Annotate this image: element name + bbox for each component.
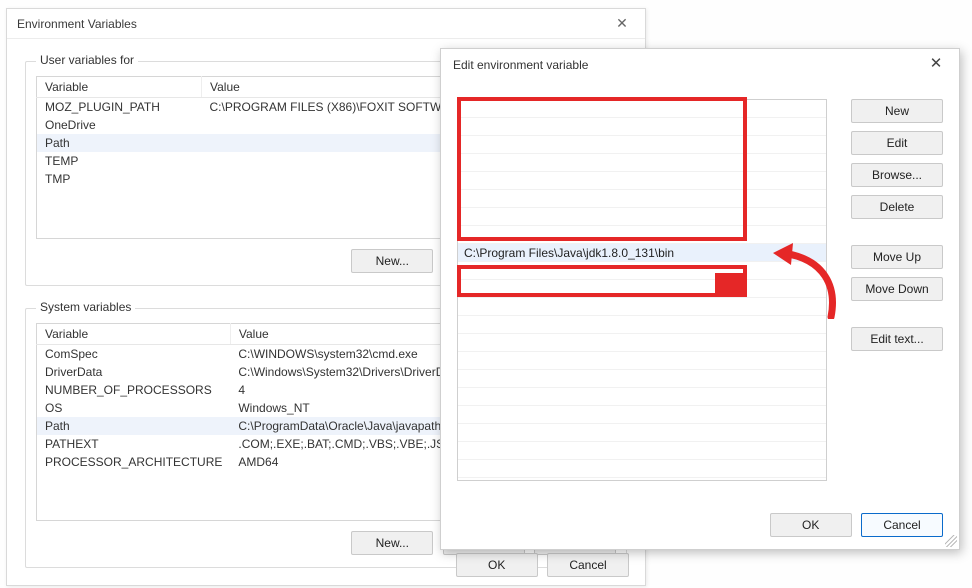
env-title-text: Environment Variables <box>17 17 137 31</box>
cell-variable: PROCESSOR_ARCHITECTURE <box>37 453 231 471</box>
cell-variable: TMP <box>37 170 202 188</box>
cell-variable: Path <box>37 417 231 435</box>
browse-button[interactable]: Browse... <box>851 163 943 187</box>
column-header-variable[interactable]: Variable <box>37 323 231 344</box>
list-item[interactable] <box>458 352 826 370</box>
cell-variable: ComSpec <box>37 344 231 363</box>
edit-okcancel-row: OK Cancel <box>764 513 943 537</box>
cell-variable: TEMP <box>37 152 202 170</box>
edit-titlebar: Edit environment variable ✕ <box>441 49 959 81</box>
list-item[interactable] <box>458 190 826 208</box>
user-new-button[interactable]: New... <box>351 249 433 273</box>
list-item[interactable] <box>458 154 826 172</box>
list-item[interactable] <box>458 316 826 334</box>
cell-variable: OS <box>37 399 231 417</box>
cell-variable: OneDrive <box>37 116 202 134</box>
move-down-button[interactable]: Move Down <box>851 277 943 301</box>
close-icon[interactable]: ✕ <box>605 9 639 37</box>
delete-button[interactable]: Delete <box>851 195 943 219</box>
cell-variable: PATHEXT <box>37 435 231 453</box>
resize-grip-icon[interactable] <box>945 535 957 547</box>
edit-side-buttons: New Edit Browse... Delete Move Up Move D… <box>851 99 943 359</box>
list-item[interactable] <box>458 208 826 226</box>
list-item[interactable] <box>458 262 826 280</box>
list-item[interactable] <box>458 370 826 388</box>
env-okcancel-row: OK Cancel <box>450 553 629 577</box>
cell-variable: NUMBER_OF_PROCESSORS <box>37 381 231 399</box>
edit-text-button[interactable]: Edit text... <box>851 327 943 351</box>
column-header-variable[interactable]: Variable <box>37 77 202 98</box>
user-variables-legend: User variables for <box>36 53 138 67</box>
list-item[interactable] <box>458 280 826 298</box>
edit-body: C:\Program Files\Java\jdk1.8.0_131\bin N… <box>441 81 959 111</box>
list-item[interactable] <box>458 136 826 154</box>
list-item[interactable] <box>458 442 826 460</box>
edit-environment-variable-window: Edit environment variable ✕ C:\Program F… <box>440 48 960 550</box>
env-ok-button[interactable]: OK <box>456 553 538 577</box>
edit-button[interactable]: Edit <box>851 131 943 155</box>
env-titlebar: Environment Variables ✕ <box>7 9 645 39</box>
list-item[interactable] <box>458 100 826 118</box>
sys-new-button[interactable]: New... <box>351 531 433 555</box>
list-item[interactable] <box>458 334 826 352</box>
list-item[interactable] <box>458 388 826 406</box>
list-item[interactable] <box>458 424 826 442</box>
list-item[interactable] <box>458 406 826 424</box>
system-variables-legend: System variables <box>36 300 135 314</box>
env-cancel-button[interactable]: Cancel <box>547 553 629 577</box>
edit-title-text: Edit environment variable <box>453 58 588 72</box>
cell-variable: MOZ_PLUGIN_PATH <box>37 98 202 117</box>
move-up-button[interactable]: Move Up <box>851 245 943 269</box>
path-list[interactable]: C:\Program Files\Java\jdk1.8.0_131\bin <box>457 99 827 481</box>
edit-ok-button[interactable]: OK <box>770 513 852 537</box>
list-item[interactable] <box>458 118 826 136</box>
cell-variable: DriverData <box>37 363 231 381</box>
close-icon[interactable]: ✕ <box>917 49 955 79</box>
list-item[interactable] <box>458 226 826 244</box>
list-item[interactable] <box>458 298 826 316</box>
edit-cancel-button[interactable]: Cancel <box>861 513 943 537</box>
list-item[interactable] <box>458 460 826 478</box>
list-item[interactable] <box>458 172 826 190</box>
list-item-jdk-bin[interactable]: C:\Program Files\Java\jdk1.8.0_131\bin <box>458 244 826 262</box>
new-button[interactable]: New <box>851 99 943 123</box>
cell-variable: Path <box>37 134 202 152</box>
